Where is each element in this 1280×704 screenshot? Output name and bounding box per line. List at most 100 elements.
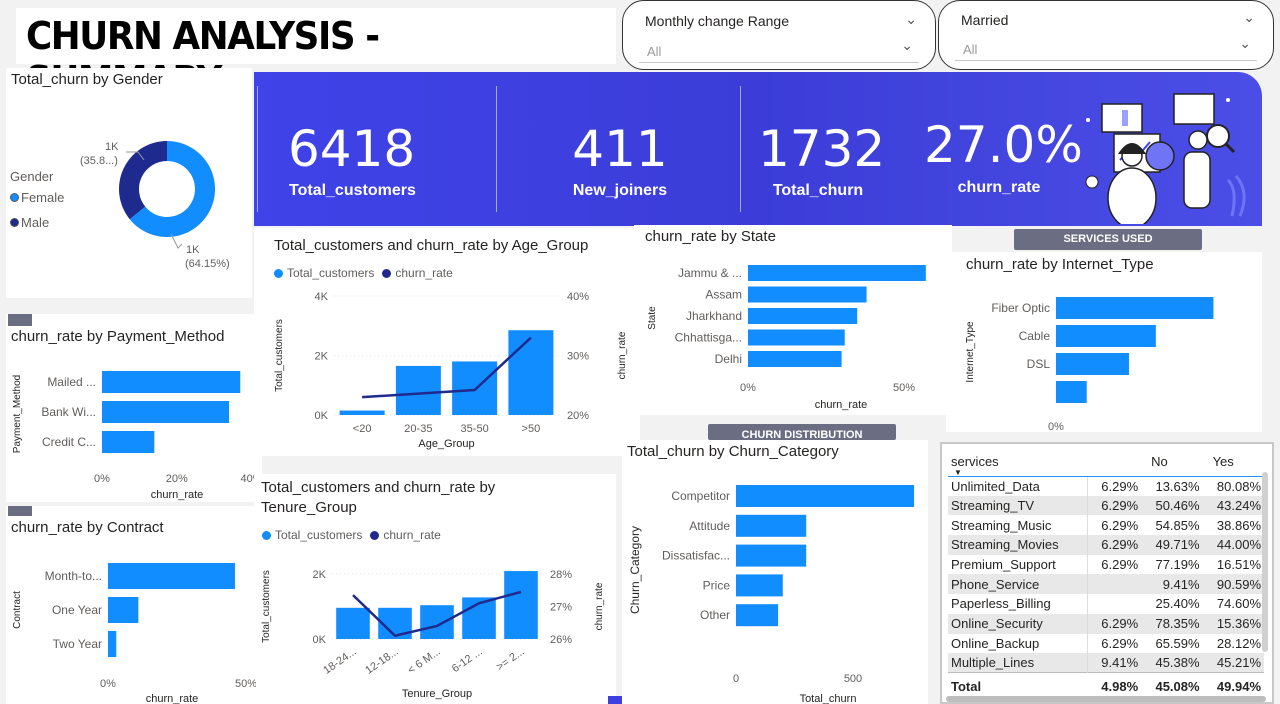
axis-label: churn_rate [815,399,868,411]
axis-label: Total_churn [800,693,857,704]
column-header-blank [1087,448,1142,477]
table-row[interactable]: Paperless_Billing 25.40% 74.60% [948,594,1264,614]
bar [748,286,867,303]
column-header-yes[interactable]: Yes [1202,448,1264,477]
kpi-divider [740,86,741,212]
table-row[interactable]: Unlimited_Data 6.29% 13.63% 80.08% [948,476,1264,496]
married-slicer[interactable]: Married ⌄ All ⌄ [938,0,1274,70]
tick-label: 0 [733,673,739,685]
tick-label: 0% [1048,421,1064,432]
value-cell: 6.29% [1101,557,1139,573]
tick-label: 500 [844,673,862,685]
column-header-no[interactable]: No [1141,448,1203,477]
bar [108,563,235,589]
y2-tick-label: 30% [567,351,589,363]
vertical-scrollbar[interactable] [1262,472,1268,652]
chevron-down-icon[interactable]: ⌄ [1243,9,1255,26]
axis-label: Contract [12,591,23,629]
table-row[interactable]: Online_Backup 6.29% 65.59% 28.12% [948,633,1264,654]
service-name-cell: Unlimited_Data [948,476,1089,496]
slicer-value: All [647,44,662,59]
column-header-services[interactable]: services ▼ [948,448,1088,477]
value-cell: 6.29% [1087,613,1142,634]
services-table[interactable]: services ▼ No Yes Unlimited_Data 6.29% 13.6… [940,442,1274,704]
tick-label: 20% [166,473,188,485]
bar [452,361,498,415]
tick-label: 50% [235,678,256,690]
value-cell: 80.08% [1216,478,1261,494]
data-label: 1K [186,244,200,256]
y-tick-label: 2K [315,351,329,363]
total-cell: 45.08% [1141,672,1203,699]
pie-slice-male [118,141,167,220]
internet-chart-panel: churn_rate by Internet_Type Fiber Optic C… [946,252,1262,432]
category-label: Credit C... [42,435,96,449]
tick-label: 50% [893,382,915,394]
category-label: Bank Wi... [41,405,96,419]
contract-chart-panel: churn_rate by Contract Month-to... One Ye… [6,506,256,704]
axis-label: churn_rate [146,693,199,704]
table-row[interactable]: Streaming_TV 6.29% 50.46% 43.24% [948,495,1264,516]
table-row[interactable]: Streaming_Music 6.29% 54.85% 38.86% [948,515,1264,536]
value-cell: 90.59% [1202,574,1264,595]
y2-tick-label: 26% [550,634,572,646]
y-tick-label: 4K [315,291,329,303]
chevron-down-icon[interactable]: ⌄ [905,11,917,28]
bar [420,605,454,639]
slicer-dropdown[interactable]: All ⌄ [639,37,919,63]
x-tick-label: 18-24... [321,646,358,677]
axis-label: churn_rate [617,331,628,379]
category-chart-panel: Total_churn by Churn_Category Competitor… [622,440,928,704]
value-cell: 9.41% [1087,653,1142,673]
total-cell: 49.94% [1202,672,1264,699]
chevron-down-icon[interactable]: ⌄ [1239,35,1251,52]
slicer-label: Married [961,12,1009,28]
chevron-down-icon[interactable]: ⌄ [901,37,913,54]
service-name-cell: Online_Security [948,613,1089,634]
total-cell: 4.98% [1087,672,1142,699]
horizontal-scrollbar[interactable] [946,696,1266,702]
table-row[interactable]: Streaming_Movies 6.29% 49.71% 44.00% [948,535,1264,555]
bar [108,597,139,623]
sort-desc-icon[interactable]: ▼ [954,468,962,477]
category-label: Dissatisfac... [662,549,730,563]
value-cell: 25.40% [1155,596,1200,612]
category-label: Competitor [671,489,730,503]
value-cell: 16.51% [1216,557,1261,573]
table-row[interactable]: Online_Security 6.29% 78.35% 15.36% [948,613,1264,634]
service-name-cell: Multiple_Lines [948,653,1089,673]
bar [736,574,783,597]
slicer-dropdown[interactable]: All ⌄ [955,35,1257,61]
value-cell: 78.35% [1141,613,1203,634]
slicer-value: All [963,42,978,57]
value-cell: 15.36% [1202,613,1264,634]
kpi-new-joiners: 411 [572,120,668,178]
bar [1056,325,1156,347]
y2-tick-label: 27% [550,602,572,614]
bar [1056,353,1129,375]
value-cell: 54.85% [1155,517,1200,533]
value-cell: 45.21% [1202,653,1264,673]
bar [736,604,779,627]
category-label: Fiber Optic [991,301,1050,315]
value-cell [1088,594,1141,614]
kpi-banner: 6418 Total_customers 411 New_joiners 173… [254,72,1262,226]
kpi-label: Total_churn [772,182,864,199]
table-row[interactable]: Premium_Support 6.29% 77.19% 16.51% [948,554,1264,575]
bar [1056,297,1214,319]
table-row[interactable]: Multiple_Lines 9.41% 45.38% 45.21% [948,653,1264,673]
value-cell: 13.63% [1155,478,1200,494]
churn-category-chart: Competitor Attitude Dissatisfac... Price Oth… [628,485,915,704]
service-name-cell: Premium_Support [948,554,1089,575]
payment-method-chart: Mailed ...Bank Wi...Credit C...0% 20% 40%c… [12,371,262,501]
table-row[interactable]: Phone_Service 9.41% 90.59% [948,574,1264,595]
x-tick-label: 12-18... [363,646,400,677]
bar [1056,381,1087,403]
category-label: One Year [52,603,102,617]
bar [102,371,241,393]
value-cell: 6.29% [1087,535,1142,555]
state-chart-panel: churn_rate by State Jammu & ... Assam Jhar… [634,225,952,415]
bar [102,401,230,423]
gender-chart-panel: Total_churn by Gender Gender Female Male… [6,68,252,298]
monthly-change-slicer[interactable]: Monthly change Range ⌄ All ⌄ [622,0,936,70]
